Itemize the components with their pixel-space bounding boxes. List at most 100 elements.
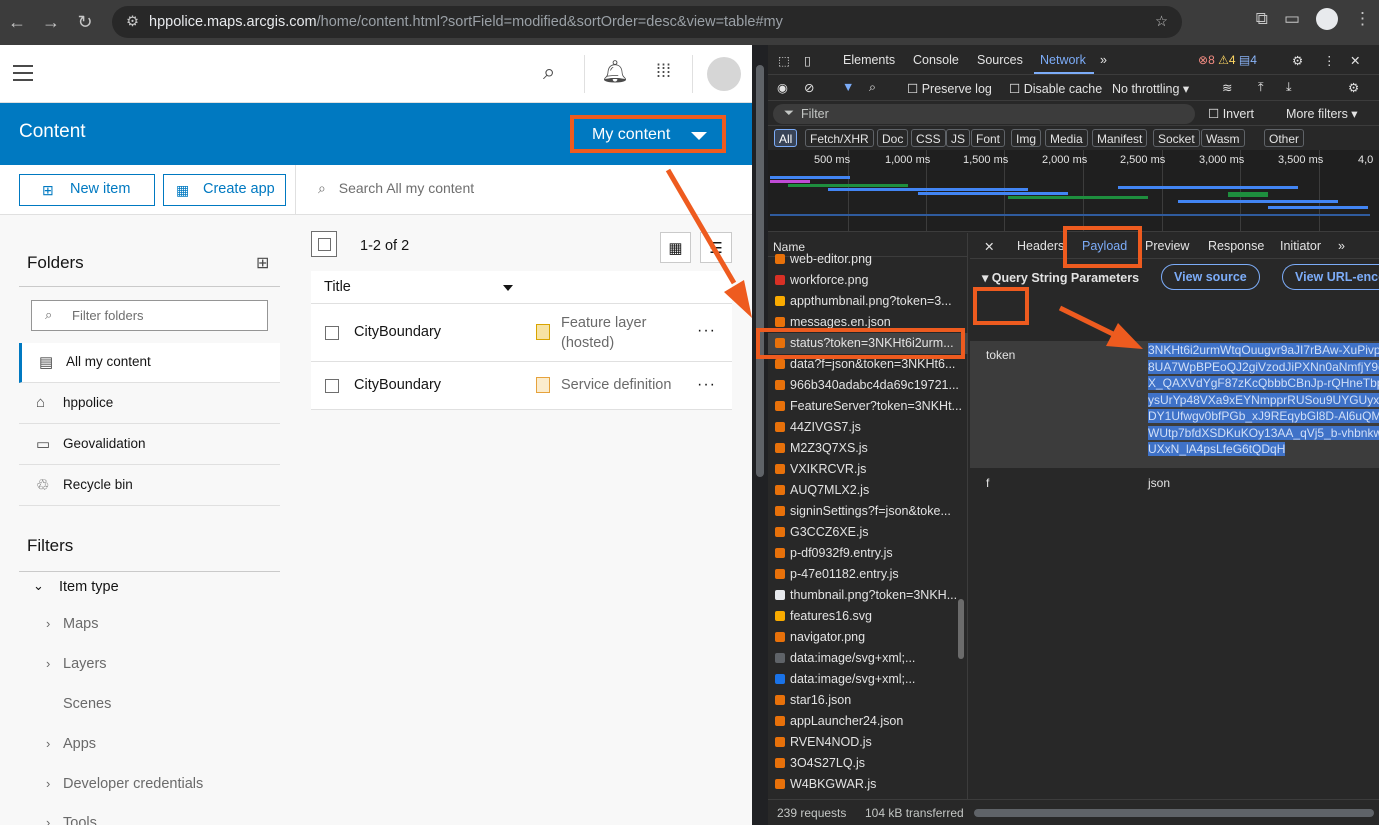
- param-token-value[interactable]: 3NKHt6i2urmWtqOuugvr9aJI7rBAw-XuPivp 8UA…: [1148, 342, 1379, 458]
- preserve-log-checkbox[interactable]: ☐ Preserve log: [907, 81, 992, 96]
- request-row[interactable]: FeatureServer?token=3NKHt...: [768, 396, 968, 417]
- table-row[interactable]: CityBoundary Feature layer (hosted) ···: [311, 304, 732, 362]
- chip-doc[interactable]: Doc: [877, 129, 909, 147]
- search-icon[interactable]: ⌕: [543, 59, 555, 85]
- cast-icon[interactable]: ▭: [1284, 9, 1300, 29]
- tab-preview[interactable]: Preview: [1145, 239, 1189, 253]
- request-row[interactable]: star16.json: [768, 690, 968, 711]
- chip-all[interactable]: All: [774, 129, 798, 147]
- new-item-button[interactable]: ⊞ New item: [19, 174, 155, 206]
- chip-font[interactable]: Font: [971, 129, 1006, 147]
- export-har-icon[interactable]: ⤓: [1286, 80, 1292, 95]
- tab-headers[interactable]: Headers: [1017, 239, 1064, 253]
- clear-icon[interactable]: ⊘: [804, 80, 814, 95]
- reload-icon[interactable]: ↻: [68, 12, 102, 33]
- folder-hppolice[interactable]: ⌂ hppolice: [19, 384, 280, 424]
- request-row[interactable]: appLauncher24.json: [768, 711, 968, 732]
- network-timeline-overview[interactable]: 500 ms 1,000 ms 1,500 ms 2,000 ms 2,500 …: [768, 150, 1379, 232]
- kebab-menu-icon[interactable]: ⋮: [1323, 53, 1336, 68]
- search-icon[interactable]: ⌕: [869, 80, 876, 95]
- close-devtools-icon[interactable]: ✕: [1350, 53, 1360, 68]
- column-title[interactable]: Title: [324, 279, 351, 295]
- more-options-icon[interactable]: ···: [697, 322, 716, 340]
- device-toolbar-icon[interactable]: ▯: [804, 53, 811, 68]
- request-row[interactable]: data:image/svg+xml;...: [768, 648, 968, 669]
- request-row[interactable]: features16.svg: [768, 606, 968, 627]
- forward-icon[interactable]: →: [34, 12, 68, 33]
- close-detail-icon[interactable]: ✕: [984, 239, 994, 254]
- extensions-icon[interactable]: ⧉: [1256, 9, 1268, 29]
- more-tabs-icon[interactable]: »: [1338, 239, 1345, 253]
- request-row[interactable]: appthumbnail.png?token=3...: [768, 291, 968, 312]
- tab-network[interactable]: Network: [1040, 53, 1086, 67]
- page-scrollbar[interactable]: [752, 45, 768, 825]
- detail-horizontal-scrollbar[interactable]: [974, 809, 1374, 817]
- param-value[interactable]: json: [1148, 476, 1170, 490]
- row-checkbox[interactable]: [325, 326, 339, 340]
- request-row[interactable]: AUQ7MLX2.js: [768, 480, 968, 501]
- request-row[interactable]: signinSettings?f=json&toke...: [768, 501, 968, 522]
- user-avatar[interactable]: [707, 57, 741, 91]
- back-icon[interactable]: ←: [0, 12, 34, 33]
- list-view-icon[interactable]: ☰: [700, 232, 732, 263]
- network-filter-input[interactable]: ⏷ Filter: [773, 104, 1195, 124]
- request-row[interactable]: data:image/svg+xml;...: [768, 669, 968, 690]
- request-row[interactable]: RVEN4NOD.js: [768, 732, 968, 753]
- content-search-input[interactable]: ⌕ Search All my content: [318, 180, 474, 197]
- request-row[interactable]: thumbnail.png?token=3NKH...: [768, 585, 968, 606]
- view-url-encoded-button[interactable]: View URL-enco: [1282, 264, 1379, 290]
- chip-fetch-xhr[interactable]: Fetch/XHR: [805, 129, 874, 147]
- request-row[interactable]: workforce.png: [768, 270, 968, 291]
- query-string-parameters-heading[interactable]: ▾ Query String Parameters: [982, 270, 1139, 285]
- chip-js[interactable]: JS: [946, 129, 971, 147]
- request-row[interactable]: navigator.png: [768, 627, 968, 648]
- view-source-button[interactable]: View source: [1161, 264, 1260, 290]
- more-tabs-icon[interactable]: »: [1100, 53, 1107, 67]
- filter-funnel-icon[interactable]: ▼: [842, 80, 854, 94]
- item-title[interactable]: CityBoundary: [354, 377, 441, 393]
- tab-initiator[interactable]: Initiator: [1280, 239, 1321, 253]
- network-conditions-icon[interactable]: ≋: [1222, 80, 1232, 95]
- folder-all-my-content[interactable]: ▤ All my content: [19, 343, 280, 383]
- settings-icon[interactable]: ⚙: [1292, 53, 1303, 68]
- notifications-bell-icon[interactable]: 🔔︎: [601, 59, 629, 85]
- request-row[interactable]: VXIKRCVR.js: [768, 459, 968, 480]
- throttling-select[interactable]: No throttling ▾: [1112, 81, 1189, 96]
- request-list-scrollbar[interactable]: [956, 235, 966, 795]
- filter-layers[interactable]: › Layers: [46, 656, 107, 672]
- tab-sources[interactable]: Sources: [977, 53, 1023, 67]
- invert-checkbox[interactable]: ☐ Invert: [1208, 106, 1254, 121]
- record-icon[interactable]: ◉: [777, 80, 788, 95]
- chip-other[interactable]: Other: [1264, 129, 1305, 147]
- my-content-dropdown[interactable]: My content: [570, 115, 726, 153]
- select-all-checkbox[interactable]: [311, 231, 337, 257]
- inspect-icon[interactable]: ⬚: [778, 53, 790, 68]
- hamburger-menu-icon[interactable]: [13, 65, 33, 81]
- bookmark-star-icon[interactable]: ☆: [1155, 14, 1168, 30]
- request-row[interactable]: p-df0932f9.entry.js: [768, 543, 968, 564]
- browser-menu-icon[interactable]: ⋮: [1354, 9, 1371, 29]
- request-row[interactable]: web-editor.png: [768, 249, 968, 270]
- table-view-icon[interactable]: ▦: [660, 232, 691, 263]
- filter-folders-input[interactable]: ⌕ Filter folders: [31, 300, 268, 331]
- chip-wasm[interactable]: Wasm: [1201, 129, 1245, 147]
- app-launcher-icon[interactable]: ⁞⁞⁞: [656, 61, 671, 82]
- more-filters-dropdown[interactable]: More filters ▾: [1286, 106, 1358, 121]
- site-info-icon[interactable]: ⚙: [126, 14, 139, 30]
- tab-elements[interactable]: Elements: [843, 53, 895, 67]
- import-har-icon[interactable]: ⤒: [1258, 80, 1264, 95]
- filter-apps[interactable]: › Apps: [46, 736, 96, 752]
- filter-developer-credentials[interactable]: › Developer credentials: [46, 776, 203, 792]
- disable-cache-checkbox[interactable]: ☐ Disable cache: [1009, 81, 1102, 96]
- chip-img[interactable]: Img: [1011, 129, 1042, 147]
- request-row[interactable]: W4BKGWAR.js: [768, 774, 968, 795]
- folder-recycle-bin[interactable]: ♲ Recycle bin: [19, 466, 280, 506]
- filter-group-item-type[interactable]: ⌄ Item type: [19, 572, 280, 602]
- chip-socket[interactable]: Socket: [1153, 129, 1200, 147]
- network-settings-icon[interactable]: ⚙: [1348, 80, 1359, 95]
- profile-avatar[interactable]: [1316, 8, 1338, 30]
- address-bar[interactable]: ⚙ hppolice.maps.arcgis.com /home/content…: [112, 6, 1182, 38]
- tab-response[interactable]: Response: [1208, 239, 1264, 253]
- more-options-icon[interactable]: ···: [697, 376, 716, 394]
- request-row[interactable]: 3O4S27LQ.js: [768, 753, 968, 774]
